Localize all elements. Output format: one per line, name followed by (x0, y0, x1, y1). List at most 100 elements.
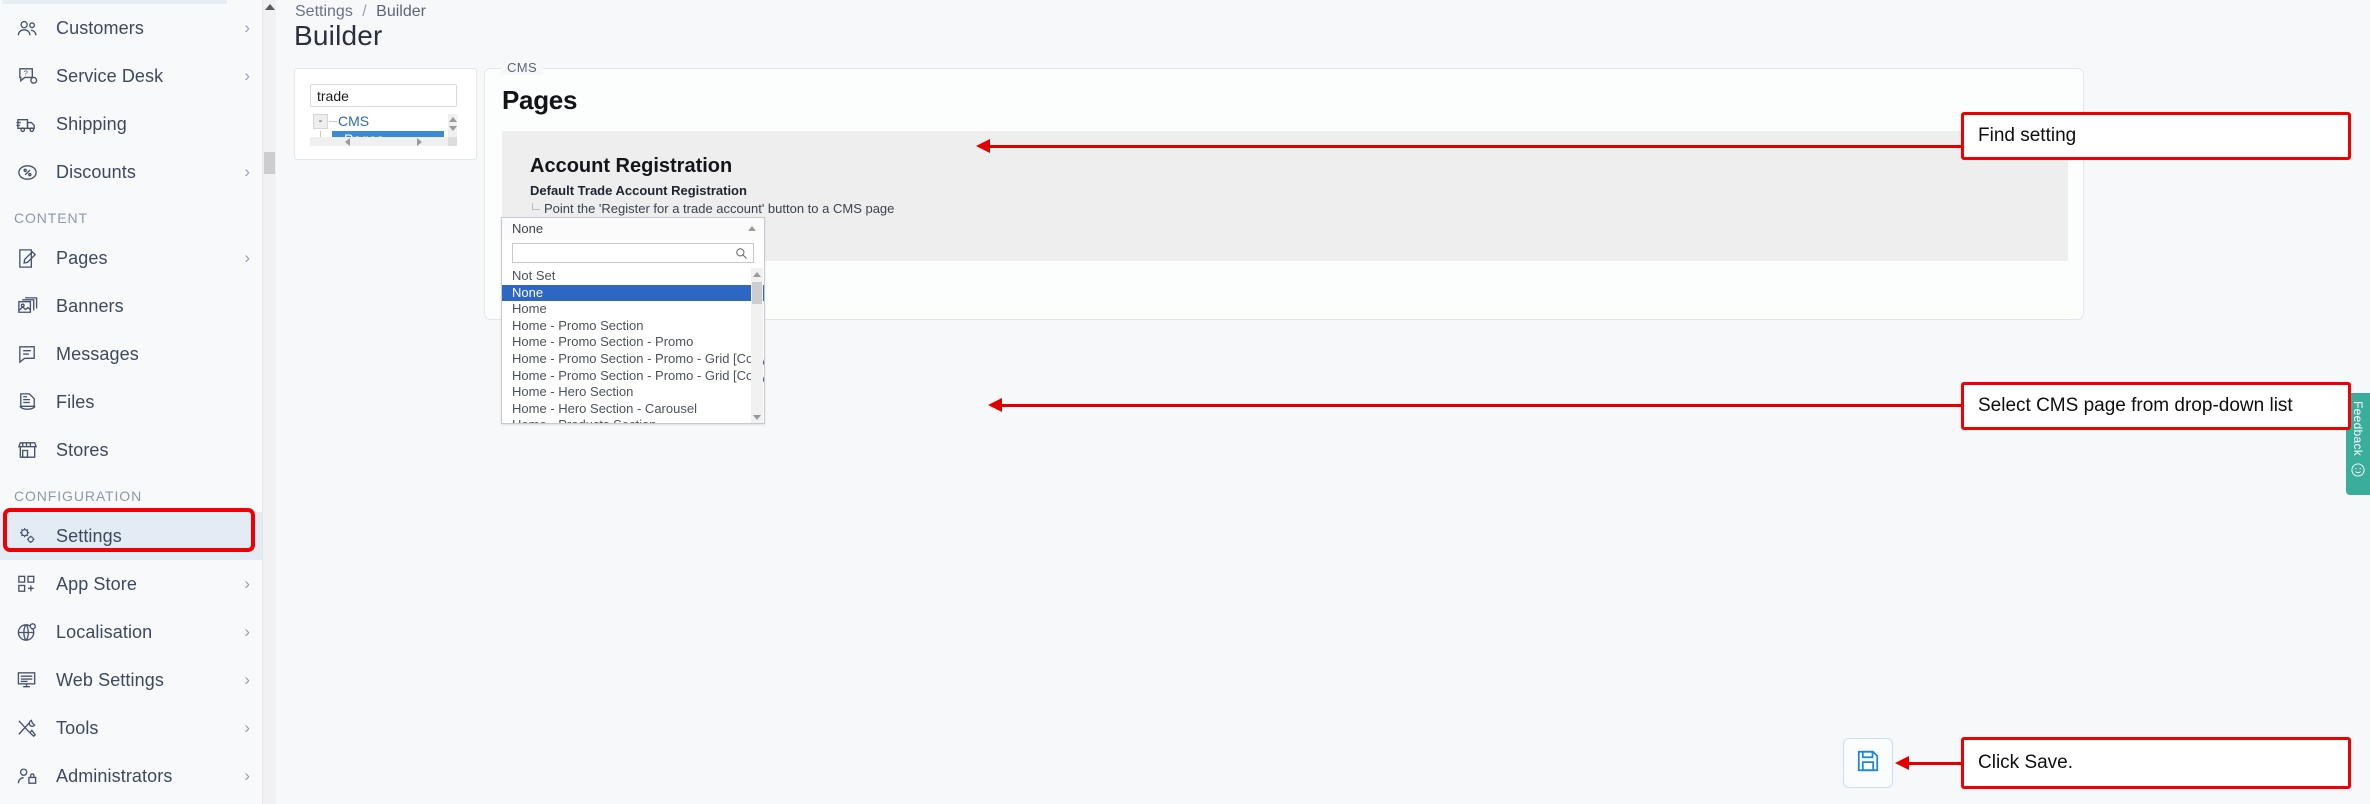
sidebar-item-label: Web Settings (56, 669, 164, 690)
discounts-icon (13, 158, 41, 186)
customers-icon (13, 14, 41, 42)
breadcrumb-separator: / (362, 3, 367, 20)
dropdown-option[interactable]: Home - Promo Section - Promo - Grid [Cop… (502, 351, 764, 368)
annotation-arrow-line (1905, 762, 1961, 765)
stores-icon (13, 436, 41, 464)
dropdown-option[interactable]: Home - Products Section (502, 417, 764, 423)
annotation-find-setting: Find setting (1961, 112, 2351, 160)
chevron-right-icon: › (244, 18, 250, 37)
sidebar-item-web-settings[interactable]: Web Settings › (0, 656, 262, 704)
cms-card-legend: CMS (501, 60, 544, 75)
svg-text:?: ? (23, 68, 27, 77)
cms-card-heading: Pages (502, 85, 578, 115)
dropdown-option-highlighted[interactable]: None (502, 284, 764, 302)
app-store-icon (13, 570, 41, 598)
annotation-text: Click Save. (1978, 752, 2074, 773)
scroll-up-arrow-icon[interactable] (753, 272, 761, 277)
chevron-right-icon: › (244, 248, 250, 267)
sidebar-item-banners[interactable]: Banners (0, 282, 262, 330)
dropdown-option[interactable]: Not Set (502, 268, 764, 285)
feedback-label: Feedback (2351, 401, 2365, 457)
administrators-icon (13, 762, 41, 790)
sidebar-item-label: Messages (56, 343, 139, 364)
dropdown-option-list[interactable]: Not Set None Home Home - Promo Section H… (502, 267, 764, 423)
dropdown-search-wrapper[interactable] (512, 243, 754, 263)
sidebar-item-service-desk[interactable]: ? Service Desk › (0, 52, 262, 100)
scroll-up-arrow-icon[interactable] (264, 4, 275, 10)
messages-icon (13, 340, 41, 368)
dropdown-option[interactable]: Home - Hero Section - Carousel (502, 401, 764, 418)
scroll-up-arrow-icon[interactable] (448, 117, 457, 122)
scroll-down-arrow-icon[interactable] (753, 415, 761, 420)
dropdown-option[interactable]: Home (502, 301, 764, 318)
localisation-icon (13, 618, 41, 646)
scroll-right-arrow-icon[interactable] (416, 137, 422, 146)
sidebar-item-discounts[interactable]: Discounts › (0, 148, 262, 196)
dropdown-option[interactable]: Home - Promo Section - Promo (502, 334, 764, 351)
sidebar-item-label: Pages (56, 247, 108, 268)
sidebar-item-localisation[interactable]: Localisation › (0, 608, 262, 656)
chevron-right-icon: › (244, 766, 250, 785)
tree-body: - CMS Pages (310, 114, 457, 146)
dropdown-option[interactable]: Home - Promo Section - Promo - Grid [Cop… (502, 368, 764, 385)
tree-collapse-toggle[interactable]: - (313, 114, 328, 129)
description-elbow-connector (532, 203, 540, 210)
sidebar-item-customers[interactable]: Customers › (0, 4, 262, 52)
scroll-left-arrow-icon[interactable] (345, 137, 351, 146)
page-title: Builder (294, 20, 383, 51)
sidebar-item-label: Banners (56, 295, 124, 316)
pages-icon (13, 244, 41, 272)
dropdown-scrollbar[interactable] (751, 268, 763, 423)
triangle-up-icon[interactable] (748, 226, 756, 231)
sidebar-item-label: Service Desk (56, 65, 164, 86)
setting-title: Account Registration (530, 155, 733, 177)
chevron-right-icon: › (244, 670, 250, 689)
breadcrumb-current: Builder (376, 3, 426, 20)
cms-page-dropdown[interactable]: None Not Set None Home Home - Promo Sect… (501, 217, 765, 424)
sidebar-item-settings[interactable]: Settings (0, 512, 262, 560)
sidebar-item-label: App Store (56, 573, 137, 594)
annotation-arrow-line (988, 145, 1961, 148)
annotation-arrow-line (1000, 404, 1961, 407)
tree-search-input[interactable] (310, 84, 457, 107)
sidebar-item-pages[interactable]: Pages › (0, 234, 262, 282)
sidebar-item-label: Files (56, 391, 95, 412)
sidebar-scrollbar[interactable] (263, 0, 276, 804)
sidebar-item-shipping[interactable]: Shipping (0, 100, 262, 148)
sidebar-section-configuration: CONFIGURATION (14, 488, 143, 504)
service-desk-icon: ? (13, 62, 41, 90)
scrollbar-thumb[interactable] (264, 152, 275, 174)
annotation-arrow-head (976, 139, 990, 153)
tree-label-cms[interactable]: CMS (338, 114, 369, 129)
smiley-icon (2350, 462, 2366, 483)
annotation-arrow-head (1895, 756, 1909, 770)
scroll-down-arrow-icon[interactable] (448, 126, 457, 131)
sidebar-item-messages[interactable]: Messages (0, 330, 262, 378)
chevron-right-icon: › (244, 162, 250, 181)
annotation-select-cms-page: Select CMS page from drop-down list (1961, 382, 2351, 430)
annotation-arrow-head (988, 398, 1002, 412)
tools-icon (13, 714, 41, 742)
breadcrumb-root[interactable]: Settings (295, 3, 353, 20)
web-settings-icon (13, 666, 41, 694)
sidebar-item-label: Localisation (56, 621, 153, 642)
sidebar-item-label: Administrators (56, 765, 173, 786)
sidebar-item-tools[interactable]: Tools › (0, 704, 262, 752)
tree-horizontal-scrollbar[interactable] (310, 137, 457, 146)
search-icon (735, 247, 748, 260)
dropdown-option[interactable]: Home - Hero Section (502, 384, 764, 401)
dropdown-search-input[interactable] (513, 244, 753, 262)
banners-icon (13, 292, 41, 320)
sidebar-item-files[interactable]: Files (0, 378, 262, 426)
scrollbar-thumb[interactable] (752, 282, 762, 304)
sidebar-item-label: Shipping (56, 113, 127, 134)
dropdown-option[interactable]: Home - Promo Section (502, 318, 764, 335)
sidebar-item-app-store[interactable]: App Store › (0, 560, 262, 608)
sidebar-item-administrators[interactable]: Administrators › (0, 752, 262, 800)
dropdown-selected-value-row[interactable]: None (502, 218, 764, 240)
save-button[interactable] (1843, 738, 1893, 788)
chevron-right-icon: › (244, 574, 250, 593)
sidebar-item-stores[interactable]: Stores (0, 426, 262, 474)
tree-row-cms[interactable]: - CMS (310, 114, 457, 131)
app-root: Customers › ? Service Desk › Shipping Di… (0, 0, 2370, 804)
